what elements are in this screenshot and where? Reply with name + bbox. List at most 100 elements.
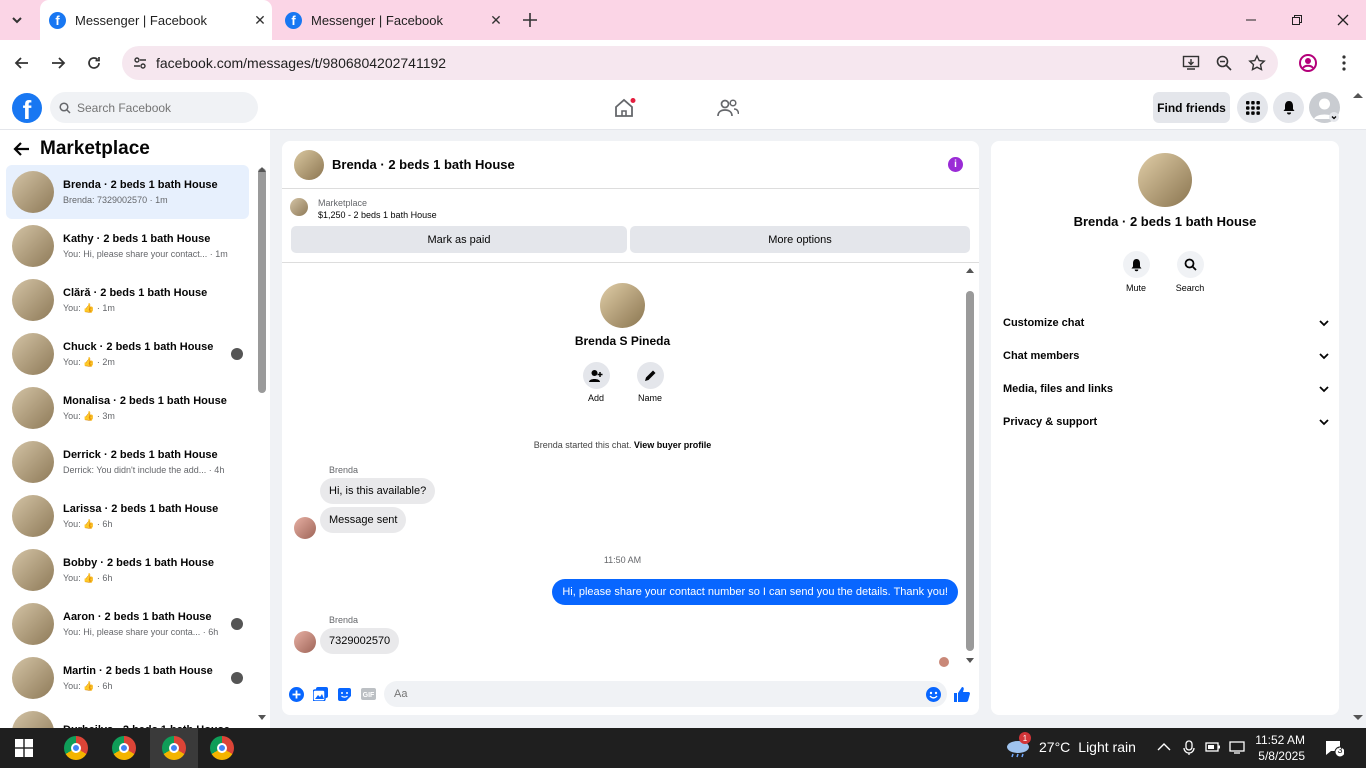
chat-scrollbar[interactable] xyxy=(966,291,974,651)
sender-avatar[interactable] xyxy=(294,631,316,653)
chat-avatar[interactable] xyxy=(294,149,324,180)
browser-tab-2[interactable]: f Messenger | Facebook ✕ xyxy=(276,0,508,40)
photo-icon[interactable] xyxy=(308,687,332,701)
forward-arrow-icon[interactable] xyxy=(40,45,76,81)
gif-icon[interactable]: GIF xyxy=(356,688,380,700)
facebook-search-box[interactable] xyxy=(50,92,258,123)
install-app-icon[interactable] xyxy=(1182,54,1200,72)
bookmark-star-icon[interactable] xyxy=(1248,54,1266,72)
chat-title[interactable]: Brenda · 2 beds 1 bath House xyxy=(332,157,515,172)
windows-taskbar: 1 27°C Light rain 11:52 AM 5/8/2025 3 xyxy=(0,728,1366,768)
emoji-icon[interactable] xyxy=(926,686,941,702)
facebook-search-input[interactable] xyxy=(77,100,237,115)
page-scroll-down-icon[interactable] xyxy=(1353,715,1363,721)
name-action[interactable]: Name xyxy=(630,362,670,403)
zoom-out-icon[interactable] xyxy=(1216,55,1232,71)
outgoing-message[interactable]: Hi, please share your contact number so … xyxy=(552,579,958,605)
conversation-row[interactable]: Martin · 2 beds 1 bath House You: 👍 · 6h xyxy=(6,651,249,705)
chrome-taskbar-icon[interactable] xyxy=(52,728,100,768)
scroll-up-icon[interactable] xyxy=(258,166,266,172)
chat-members-section[interactable]: Chat members xyxy=(1003,346,1329,366)
mark-as-paid-button[interactable]: Mark as paid xyxy=(291,226,627,253)
add-action[interactable]: Add xyxy=(576,362,616,403)
incoming-message[interactable]: 7329002570 xyxy=(320,628,400,654)
profile-icon[interactable] xyxy=(1290,45,1326,81)
incoming-message[interactable]: Hi, is this available? xyxy=(320,478,436,504)
conversation-row[interactable]: Monalisa · 2 beds 1 bath House You: 👍 · 3… xyxy=(6,381,249,435)
scroll-down-icon[interactable] xyxy=(966,658,974,664)
windows-start-icon[interactable] xyxy=(0,728,48,768)
conversation-avatar[interactable] xyxy=(1138,153,1192,207)
restore-icon[interactable] xyxy=(1274,0,1320,40)
notifications-bell-icon[interactable] xyxy=(1273,92,1304,123)
find-friends-button[interactable]: Find friends xyxy=(1153,92,1230,123)
system-clock[interactable]: 11:52 AM 5/8/2025 xyxy=(1255,732,1305,764)
chrome-taskbar-icon-active[interactable] xyxy=(150,728,198,768)
conversation-row[interactable]: Chuck · 2 beds 1 bath House You: 👍 · 2m xyxy=(6,327,249,381)
seen-avatar xyxy=(231,672,243,684)
menu-grid-icon[interactable] xyxy=(1237,92,1268,123)
message-input-box[interactable] xyxy=(384,681,947,707)
conversation-row[interactable]: Kathy · 2 beds 1 bath House You: Hi, plea… xyxy=(6,219,249,273)
listing-bar: Marketplace $1,250 - 2 beds 1 bath House… xyxy=(282,189,979,263)
search-icon xyxy=(59,101,71,114)
conversation-row[interactable]: Brenda · 2 beds 1 bath House Brenda: 7329… xyxy=(6,165,249,219)
address-bar[interactable]: facebook.com/messages/t/9806804202741192 xyxy=(122,46,1278,80)
mute-action[interactable]: Mute xyxy=(1116,251,1156,293)
browser-menu-icon[interactable] xyxy=(1326,45,1362,81)
network-icon[interactable] xyxy=(1229,740,1245,754)
conversation-avatar xyxy=(12,495,54,537)
media-files-links-section[interactable]: Media, files and links xyxy=(1003,379,1329,399)
search-action[interactable]: Search xyxy=(1170,251,1210,293)
sender-avatar[interactable] xyxy=(294,517,316,539)
tray-chevron-up-icon[interactable] xyxy=(1157,742,1171,752)
browser-tab-1[interactable]: f Messenger | Facebook ✕ xyxy=(40,0,272,40)
scroll-up-icon[interactable] xyxy=(966,267,974,273)
meet-icon[interactable] xyxy=(1182,740,1196,756)
tab-close-icon[interactable]: ✕ xyxy=(248,12,272,29)
message-input[interactable] xyxy=(394,688,926,700)
customize-chat-section[interactable]: Customize chat xyxy=(1003,313,1329,333)
reload-icon[interactable] xyxy=(76,45,112,81)
listing-detail[interactable]: $1,250 - 2 beds 1 bath House xyxy=(318,210,437,220)
home-icon[interactable] xyxy=(614,98,636,118)
view-buyer-profile-link[interactable]: View buyer profile xyxy=(634,440,711,450)
site-settings-icon[interactable] xyxy=(132,55,148,71)
listing-thumbnail[interactable] xyxy=(290,198,308,216)
account-avatar[interactable] xyxy=(1309,92,1340,123)
tab-close-icon[interactable]: ✕ xyxy=(484,12,508,29)
back-arrow-icon[interactable] xyxy=(4,45,40,81)
plus-circle-icon[interactable] xyxy=(284,686,308,702)
list-scrollbar[interactable] xyxy=(258,168,266,393)
sticker-icon[interactable] xyxy=(332,687,356,702)
incoming-message[interactable]: Message sent xyxy=(320,507,407,533)
minimize-icon[interactable] xyxy=(1228,0,1274,40)
facebook-logo-icon[interactable]: f xyxy=(12,93,42,123)
chrome-taskbar-icon[interactable] xyxy=(198,728,246,768)
friends-icon[interactable] xyxy=(717,98,739,118)
notification-center-icon[interactable]: 3 xyxy=(1324,739,1344,757)
scroll-down-icon[interactable] xyxy=(258,715,266,721)
conversation-row[interactable]: Aaron · 2 beds 1 bath House You: Hi, plea… xyxy=(6,597,249,651)
thumbs-up-icon[interactable] xyxy=(954,686,970,702)
conversation-row[interactable]: Larissa · 2 beds 1 bath House You: 👍 · 6h xyxy=(6,489,249,543)
page-scroll-up-icon[interactable] xyxy=(1353,92,1363,98)
conversation-row[interactable]: Clără · 2 beds 1 bath House You: 👍 · 1m xyxy=(6,273,249,327)
conversation-row[interactable]: Durbeilys · 2 beds 1 bath House xyxy=(6,705,249,728)
tab-search-chevron-icon[interactable] xyxy=(8,11,26,29)
svg-text:GIF: GIF xyxy=(362,692,374,699)
back-arrow-icon[interactable] xyxy=(12,141,30,157)
battery-icon[interactable] xyxy=(1205,741,1221,753)
conversation-row[interactable]: Derrick · 2 beds 1 bath House Derrick: Yo… xyxy=(6,435,249,489)
privacy-support-section[interactable]: Privacy & support xyxy=(1003,412,1329,432)
profile-avatar[interactable] xyxy=(600,283,645,328)
conversation-row[interactable]: Bobby · 2 beds 1 bath House You: 👍 · 6h xyxy=(6,543,249,597)
conversation-avatar xyxy=(12,549,54,591)
more-options-button[interactable]: More options xyxy=(630,226,970,253)
url-text[interactable]: facebook.com/messages/t/9806804202741192 xyxy=(156,55,1182,71)
close-window-icon[interactable] xyxy=(1320,0,1366,40)
weather-widget[interactable]: 1 27°C Light rain xyxy=(1005,732,1136,758)
new-tab-plus-icon[interactable] xyxy=(520,10,540,30)
info-icon[interactable]: i xyxy=(948,157,963,172)
chrome-taskbar-icon[interactable] xyxy=(100,728,148,768)
